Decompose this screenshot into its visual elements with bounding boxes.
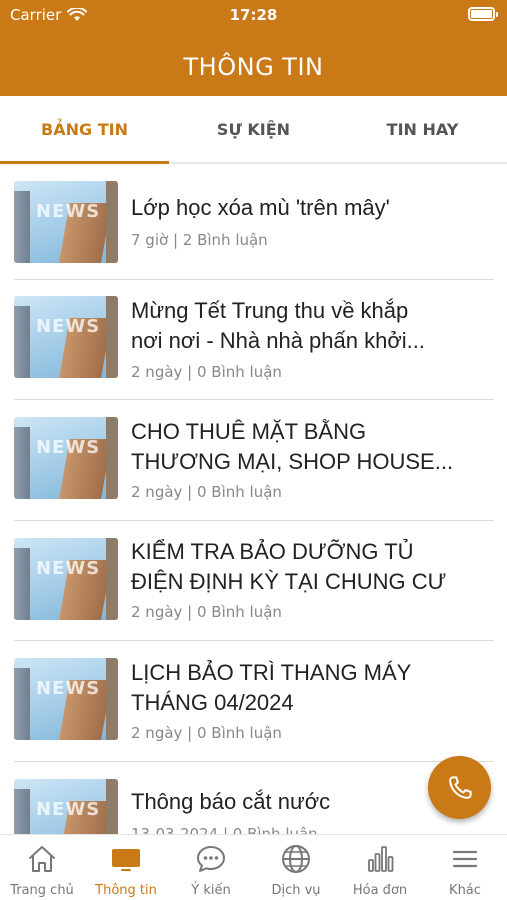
news-title: KIỂM TRA BẢO DƯỠNG TỦ ĐIỆN ĐỊNH KỲ TẠI C… bbox=[131, 537, 486, 597]
news-meta: 2 ngày | 0 Bình luận bbox=[131, 483, 282, 501]
tab-bar: BẢNG TIN SỰ KIỆN TIN HAY bbox=[0, 96, 507, 164]
tab-su-kien[interactable]: SỰ KIỆN bbox=[169, 96, 338, 162]
news-item[interactable]: NEWS Mừng Tết Trung thu về khắp nơi nơi … bbox=[14, 280, 494, 400]
tv-icon bbox=[112, 849, 140, 871]
news-title: Lớp học xóa mù 'trên mây' bbox=[131, 193, 486, 223]
nav-label: Thông tin bbox=[95, 883, 157, 898]
news-meta: 2 ngày | 0 Bình luận bbox=[131, 363, 282, 381]
phone-icon bbox=[448, 775, 472, 799]
news-title-line: nơi nơi - Nhà nhà phấn khởi... bbox=[131, 328, 425, 353]
nav-khac[interactable]: Khác bbox=[423, 835, 507, 900]
news-title-line: THÁNG 04/2024 bbox=[131, 690, 294, 715]
battery-icon bbox=[468, 7, 498, 21]
news-meta: 2 ngày | 0 Bình luận bbox=[131, 603, 282, 621]
news-title: CHO THUÊ MẶT BẰNG THƯƠNG MẠI, SHOP HOUSE… bbox=[131, 417, 486, 477]
nav-trang-chu[interactable]: Trang chủ bbox=[0, 835, 84, 900]
page-title: THÔNG TIN bbox=[183, 53, 324, 81]
news-thumbnail: NEWS bbox=[14, 181, 118, 263]
nav-dich-vu[interactable]: Dịch vụ bbox=[254, 835, 338, 900]
chat-icon bbox=[197, 846, 225, 872]
tab-tin-hay[interactable]: TIN HAY bbox=[338, 96, 507, 162]
thumbnail-label: NEWS bbox=[36, 316, 101, 337]
news-title-line: KIỂM TRA BẢO DƯỠNG TỦ bbox=[131, 539, 414, 564]
nav-hoa-don[interactable]: Hóa đơn bbox=[338, 835, 422, 900]
nav-label: Khác bbox=[449, 883, 481, 898]
news-thumbnail: NEWS bbox=[14, 417, 118, 499]
news-meta: 2 ngày | 0 Bình luận bbox=[131, 724, 282, 742]
news-title-line: THƯƠNG MẠI, SHOP HOUSE... bbox=[131, 449, 454, 474]
news-item[interactable]: NEWS LỊCH BẢO TRÌ THANG MÁY THÁNG 04/202… bbox=[14, 641, 494, 762]
nav-label: Dịch vụ bbox=[271, 883, 321, 898]
news-item[interactable]: NEWS Lớp học xóa mù 'trên mây' 7 giờ | 2… bbox=[14, 164, 494, 280]
news-meta: 13-03-2024 | 0 Bình luận bbox=[131, 825, 318, 834]
bar-chart-icon bbox=[368, 846, 394, 872]
news-title-line: LỊCH BẢO TRÌ THANG MÁY bbox=[131, 660, 412, 685]
news-title-line: ĐIỆN ĐỊNH KỲ TẠI CHUNG CƯ bbox=[131, 569, 447, 594]
thumbnail-label: NEWS bbox=[36, 558, 101, 579]
thumbnail-label: NEWS bbox=[36, 799, 101, 820]
call-button[interactable] bbox=[428, 756, 491, 819]
globe-icon bbox=[282, 845, 310, 873]
thumbnail-label: NEWS bbox=[36, 201, 101, 222]
news-meta: 7 giờ | 2 Bình luận bbox=[131, 231, 268, 249]
nav-label: Hóa đơn bbox=[352, 883, 408, 898]
news-thumbnail: NEWS bbox=[14, 538, 118, 620]
news-item[interactable]: NEWS KIỂM TRA BẢO DƯỠNG TỦ ĐIỆN ĐỊNH KỲ … bbox=[14, 521, 494, 641]
news-title-line: Lớp học xóa mù 'trên mây' bbox=[131, 195, 390, 220]
menu-icon bbox=[452, 850, 478, 868]
thumbnail-label: NEWS bbox=[36, 437, 101, 458]
nav-label: Trang chủ bbox=[10, 883, 74, 898]
news-item[interactable]: NEWS Thông báo cắt nước 13-03-2024 | 0 B… bbox=[14, 762, 494, 834]
thumbnail-label: NEWS bbox=[36, 678, 101, 699]
news-title-line: CHO THUÊ MẶT BẰNG bbox=[131, 419, 367, 444]
news-title-line: Mừng Tết Trung thu về khắp bbox=[131, 298, 409, 323]
news-title: Mừng Tết Trung thu về khắp nơi nơi - Nhà… bbox=[131, 296, 486, 356]
news-list: NEWS Lớp học xóa mù 'trên mây' 7 giờ | 2… bbox=[0, 164, 507, 834]
nav-thong-tin[interactable]: Thông tin bbox=[84, 835, 168, 900]
news-title: LỊCH BẢO TRÌ THANG MÁY THÁNG 04/2024 bbox=[131, 658, 486, 718]
tab-bang-tin[interactable]: BẢNG TIN bbox=[0, 96, 169, 164]
news-thumbnail: NEWS bbox=[14, 779, 118, 834]
app-header: Carrier 17:28 THÔNG TIN bbox=[0, 0, 507, 96]
news-thumbnail: NEWS bbox=[14, 658, 118, 740]
news-item[interactable]: NEWS CHO THUÊ MẶT BẰNG THƯƠNG MẠI, SHOP … bbox=[14, 400, 494, 521]
bottom-nav: Trang chủ Thông tin Ý kiến Dịch vụ Hóa đ… bbox=[0, 834, 507, 900]
home-icon bbox=[29, 846, 55, 872]
nav-y-kien[interactable]: Ý kiến bbox=[169, 835, 253, 900]
status-bar: Carrier 17:28 bbox=[0, 0, 507, 32]
nav-label: Ý kiến bbox=[191, 883, 231, 898]
news-thumbnail: NEWS bbox=[14, 296, 118, 378]
status-time: 17:28 bbox=[229, 6, 278, 24]
